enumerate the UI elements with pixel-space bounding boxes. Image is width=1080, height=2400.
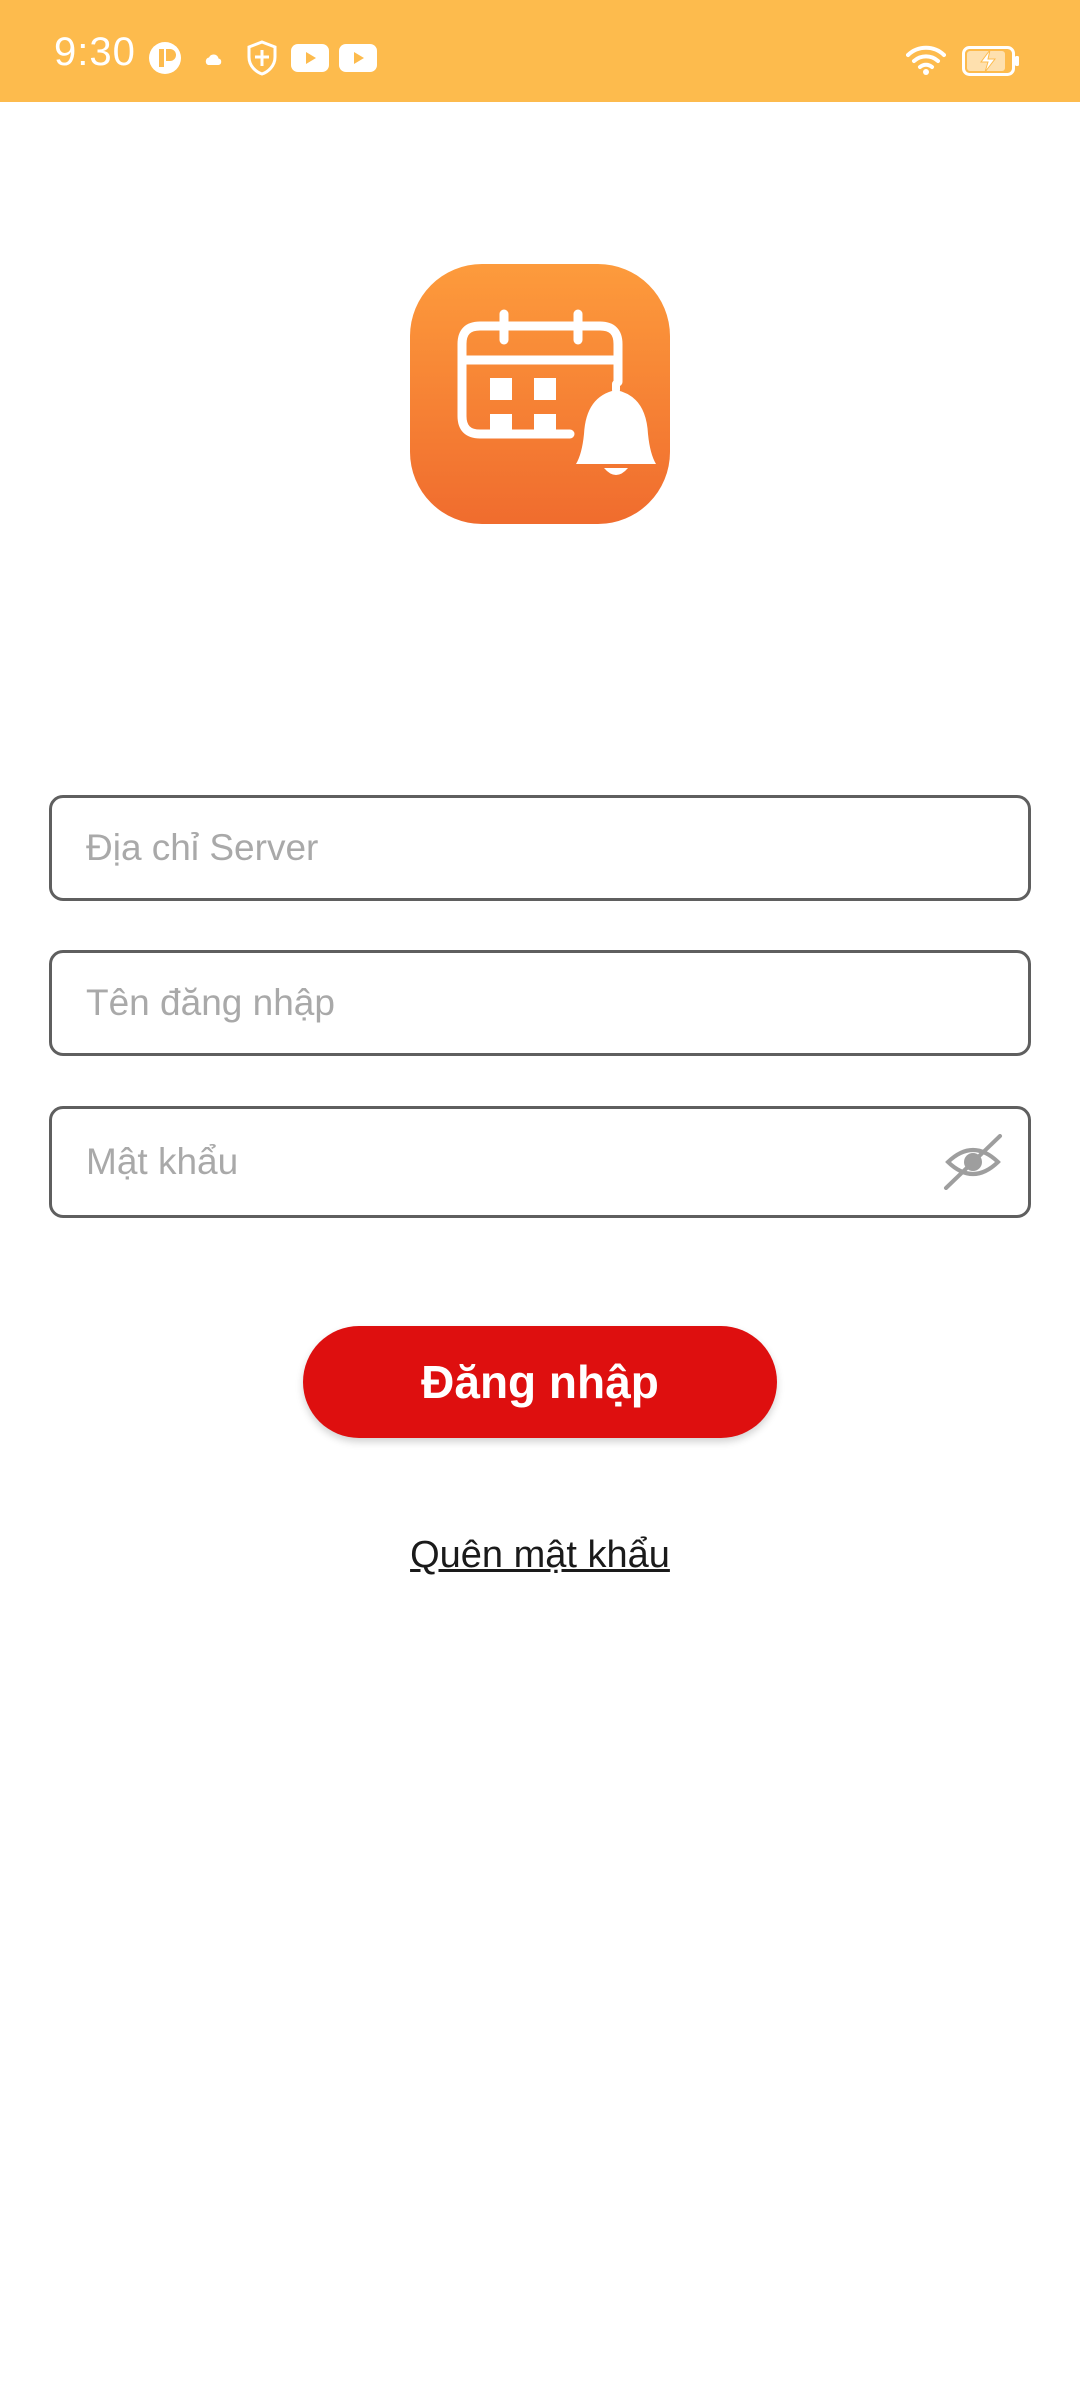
youtube-icon <box>339 44 377 72</box>
battery-charging-icon <box>962 46 1019 76</box>
app-logo <box>410 264 670 524</box>
password-field[interactable] <box>49 1106 1031 1218</box>
username-field[interactable] <box>49 950 1031 1056</box>
calendar-bell-icon <box>457 309 656 475</box>
app-indicator-icon <box>149 42 181 74</box>
wifi-icon <box>906 45 946 75</box>
youtube-icon <box>291 44 329 72</box>
password-input[interactable] <box>86 1109 946 1215</box>
login-button[interactable]: Đăng nhập <box>303 1326 777 1438</box>
cloud-icon <box>205 54 222 65</box>
status-bar: 9:30 <box>0 0 1080 102</box>
server-address-field[interactable] <box>49 795 1031 901</box>
status-time: 9:30 <box>54 30 136 74</box>
eye-off-icon[interactable] <box>942 1134 1004 1190</box>
shield-icon <box>247 40 277 76</box>
forgot-password-link[interactable]: Quên mật khẩu <box>0 1534 1080 1577</box>
username-input[interactable] <box>86 953 946 1053</box>
server-address-input[interactable] <box>86 798 946 898</box>
